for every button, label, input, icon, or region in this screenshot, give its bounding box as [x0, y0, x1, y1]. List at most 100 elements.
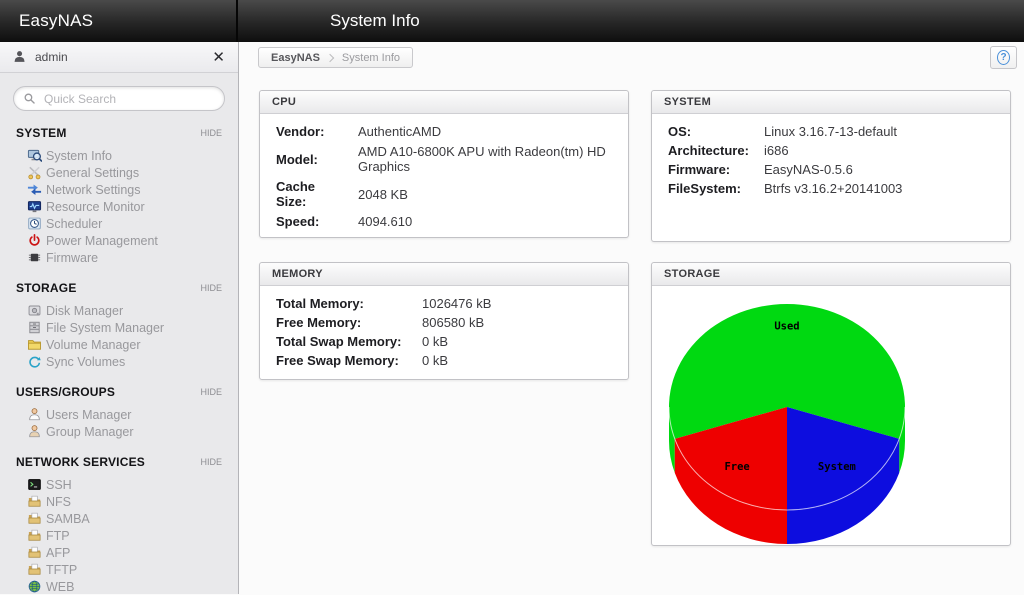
cpu-info-table: Vendor: AuthenticAMD Model: AMD A10-6800K A…	[276, 124, 612, 229]
sidebar-item-ftp[interactable]: FTP	[27, 527, 238, 544]
memory-panel: MEMORY Total Memory: 1026476 kB Free Memor…	[259, 262, 629, 380]
system-panel-title: SYSTEM	[652, 91, 1010, 114]
help-button[interactable]: ?	[990, 46, 1017, 69]
section-hide-button[interactable]: HIDE	[200, 387, 222, 397]
pie-slice-label: System	[818, 461, 856, 473]
info-label: Speed:	[276, 214, 320, 229]
sidebar-item-network-settings[interactable]: Network Settings	[27, 181, 238, 198]
info-value: i686	[764, 143, 789, 158]
breadcrumb-bar: EasyNAS System Info ?	[240, 42, 1024, 72]
nfs-icon	[28, 495, 41, 507]
top-bar: EasyNAS System Info	[0, 0, 1024, 42]
storage-panel-title: STORAGE	[652, 263, 1010, 286]
search-wrap	[13, 86, 225, 111]
storage-pie-chart: Used Free System	[668, 303, 906, 544]
sidebar-item-tftp[interactable]: TFTP	[27, 561, 238, 578]
sidebar-item-label: Sync Volumes	[46, 354, 126, 369]
tftp-icon	[28, 563, 41, 575]
sidebar-item-system-info[interactable]: System Info	[27, 147, 238, 164]
pie-slice-label: Free	[724, 461, 749, 473]
section-title: NETWORK SERVICES	[16, 455, 145, 469]
info-label: Total Swap Memory:	[276, 334, 402, 349]
user-icon	[14, 51, 25, 62]
file-system-manager-icon	[29, 321, 40, 334]
section-hide-button[interactable]: HIDE	[200, 128, 222, 138]
search-icon	[24, 93, 35, 104]
info-label: Vendor:	[276, 124, 325, 139]
info-label: Total Memory:	[276, 296, 364, 311]
menu-list: Users Manager Group Manager	[0, 406, 238, 440]
section-hide-button[interactable]: HIDE	[200, 283, 222, 293]
sidebar-item-label: Power Management	[46, 233, 158, 248]
page-title: System Info	[330, 11, 420, 30]
sidebar-item-label: Network Settings	[46, 182, 141, 197]
top-bar-main: System Info	[238, 0, 1024, 42]
sidebar-item-label: Firmware	[46, 250, 99, 265]
info-value: AuthenticAMD	[358, 124, 442, 139]
storage-panel: STORAGE Used Free System	[651, 262, 1011, 546]
sidebar-item-label: File System Manager	[46, 320, 165, 335]
menu-list: SSH NFS SAMBA FTP AFP TFTP WEB	[0, 476, 238, 595]
memory-info-table: Total Memory: 1026476 kB Free Memory: 80658…	[276, 296, 612, 368]
info-value: AMD A10-6800K APU with Radeon(tm) HD Gra…	[358, 144, 606, 174]
close-icon[interactable]: ✕	[212, 50, 225, 65]
sidebar-item-volume-manager[interactable]: Volume Manager	[27, 336, 238, 353]
info-label: FileSystem:	[668, 181, 741, 196]
info-label: Model:	[276, 151, 318, 167]
info-label: Firmware:	[668, 162, 731, 177]
disk-manager-icon	[28, 305, 41, 316]
sidebar-item-users-manager[interactable]: Users Manager	[27, 406, 238, 423]
sidebar-item-web[interactable]: WEB	[27, 578, 238, 595]
sidebar-item-afp[interactable]: AFP	[27, 544, 238, 561]
user-bar: admin ✕	[0, 42, 238, 73]
info-value: 0 kB	[422, 353, 449, 368]
volume-manager-icon	[28, 340, 41, 350]
afp-icon	[28, 546, 41, 558]
sidebar-section-header: STORAGE HIDE	[0, 281, 238, 295]
sidebar-item-label: System Info	[46, 148, 112, 163]
help-icon: ?	[997, 50, 1010, 65]
breadcrumb: EasyNAS System Info	[258, 47, 413, 68]
breadcrumb-item[interactable]: EasyNAS	[271, 52, 320, 64]
breadcrumb-item[interactable]: System Info	[342, 52, 400, 64]
sidebar-item-samba[interactable]: SAMBA	[27, 510, 238, 527]
menu-list: System Info General Settings Network Set…	[0, 147, 238, 266]
info-label: Cache Size:	[276, 179, 316, 209]
sidebar-item-scheduler[interactable]: Scheduler	[27, 215, 238, 232]
search-box[interactable]	[13, 86, 225, 111]
sidebar-item-general-settings[interactable]: General Settings	[27, 164, 238, 181]
sidebar-item-label: FTP	[46, 528, 70, 543]
search-input[interactable]	[42, 90, 215, 107]
info-value: EasyNAS-0.5.6	[764, 162, 853, 177]
sidebar-section-header: USERS/GROUPS HIDE	[0, 385, 238, 399]
main-content: EasyNAS System Info ? CPU Vendor: Authenti…	[240, 42, 1024, 594]
sidebar-item-resource-monitor[interactable]: Resource Monitor	[27, 198, 238, 215]
sidebar-item-label: TFTP	[46, 562, 78, 577]
users-manager-icon	[29, 408, 40, 421]
sidebar-item-power-management[interactable]: Power Management	[27, 232, 238, 249]
sidebar-item-group-manager[interactable]: Group Manager	[27, 423, 238, 440]
sidebar-item-nfs[interactable]: NFS	[27, 493, 238, 510]
username: admin	[35, 50, 68, 64]
system-info-table: OS: Linux 3.16.7-13-default Architecture: i…	[668, 124, 994, 196]
info-label: OS:	[668, 124, 692, 139]
sync-volumes-icon	[29, 356, 41, 368]
breadcrumb-chevron-icon	[325, 53, 335, 62]
sidebar-item-label: Disk Manager	[46, 303, 124, 318]
info-value: Btrfs v3.16.2+20141003	[764, 181, 903, 196]
sidebar-item-sync-volumes[interactable]: Sync Volumes	[27, 353, 238, 370]
section-hide-button[interactable]: HIDE	[200, 457, 222, 467]
ftp-icon	[28, 529, 41, 541]
cpu-panel: CPU Vendor: AuthenticAMD Model: AMD A10-680…	[259, 90, 629, 238]
sidebar-item-disk-manager[interactable]: Disk Manager	[27, 302, 238, 319]
info-value: 0 kB	[422, 334, 449, 349]
sidebar-item-firmware[interactable]: Firmware	[27, 249, 238, 266]
info-value: 2048 KB	[358, 186, 408, 202]
network-settings-icon	[27, 184, 42, 195]
info-value: 1026476 kB	[422, 296, 492, 311]
sidebar-section-header: NETWORK SERVICES HIDE	[0, 455, 238, 469]
sidebar-item-file-system-manager[interactable]: File System Manager	[27, 319, 238, 336]
sidebar-item-ssh[interactable]: SSH	[27, 476, 238, 493]
sidebar-item-label: Volume Manager	[46, 337, 141, 352]
pie-slice-label: Used	[774, 321, 799, 333]
